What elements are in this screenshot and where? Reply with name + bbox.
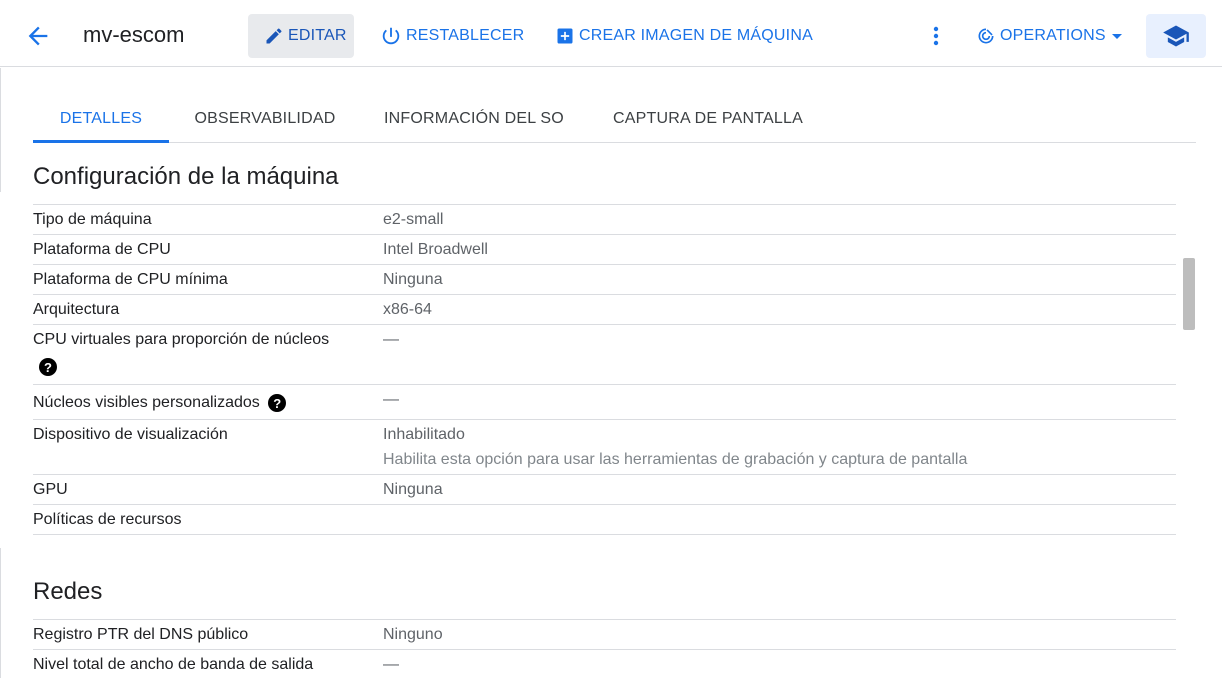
property-label: Nivel total de ancho de banda de salida bbox=[33, 656, 314, 673]
property-label: Arquitectura bbox=[33, 301, 120, 318]
tab-observability[interactable]: OBSERVABILIDAD bbox=[183, 96, 347, 142]
property-label: Núcleos visibles personalizados bbox=[33, 394, 260, 412]
help-icon[interactable]: ? bbox=[39, 358, 57, 376]
property-label: Plataforma de CPU bbox=[33, 241, 171, 258]
property-row: Plataforma de CPU mínima Ninguna bbox=[33, 264, 1176, 294]
property-value: Inhabilitado bbox=[383, 426, 465, 443]
property-row: CPU virtuales para proporción de núcleos… bbox=[33, 324, 1176, 384]
create-machine-image-label: CREAR IMAGEN DE MÁQUINA bbox=[579, 27, 813, 44]
property-row: Políticas de recursos bbox=[33, 504, 1176, 534]
property-value: Intel Broadwell bbox=[383, 241, 488, 258]
add-box-icon bbox=[557, 28, 573, 44]
property-row: GPU Ninguna bbox=[33, 474, 1176, 504]
left-divider bbox=[0, 68, 1, 192]
learn-button[interactable] bbox=[1146, 14, 1206, 58]
property-value: x86-64 bbox=[383, 301, 432, 318]
create-machine-image-button[interactable]: CREAR IMAGEN DE MÁQUINA bbox=[555, 14, 813, 58]
top-bar: mv-escom EDITAR RESTABLECER CREAR IMAGEN… bbox=[0, 0, 1222, 67]
property-hint: Habilita esta opción para usar las herra… bbox=[383, 451, 968, 468]
property-value: Ninguna bbox=[383, 481, 443, 498]
property-value: — bbox=[383, 656, 399, 673]
property-value: — bbox=[383, 391, 399, 408]
property-label: GPU bbox=[33, 481, 68, 498]
tab-os-info[interactable]: INFORMACIÓN DEL SO bbox=[373, 96, 575, 142]
machine-config-table: Tipo de máquina e2-small Plataforma de C… bbox=[33, 204, 1176, 535]
property-row: Registro PTR del DNS público Ninguno bbox=[33, 619, 1176, 649]
pencil-icon bbox=[266, 28, 282, 44]
edit-button[interactable]: EDITAR bbox=[248, 14, 354, 58]
property-value: — bbox=[383, 331, 399, 348]
property-row: Plataforma de CPU Intel Broadwell bbox=[33, 234, 1176, 264]
operations-icon bbox=[978, 28, 994, 44]
power-icon bbox=[382, 27, 400, 45]
machine-config-title: Configuración de la máquina bbox=[33, 163, 339, 190]
property-value: Ninguna bbox=[383, 271, 443, 288]
more-vert-icon[interactable] bbox=[924, 24, 948, 48]
page-title: mv-escom bbox=[83, 22, 185, 47]
operations-dropdown[interactable]: OPERATIONS bbox=[976, 14, 1122, 58]
property-value: e2-small bbox=[383, 211, 444, 228]
help-icon[interactable]: ? bbox=[268, 394, 287, 412]
tab-details[interactable]: DETALLES bbox=[33, 96, 169, 143]
property-label: Registro PTR del DNS público bbox=[33, 626, 249, 643]
school-icon bbox=[1163, 25, 1189, 47]
property-row: Nivel total de ancho de banda de salida … bbox=[33, 649, 1176, 678]
property-label: Plataforma de CPU mínima bbox=[33, 271, 228, 288]
operations-label: OPERATIONS bbox=[1000, 27, 1106, 44]
property-row: Arquitectura x86-64 bbox=[33, 294, 1176, 324]
property-row: Núcleos visibles personalizados ? — bbox=[33, 384, 1176, 419]
scrollbar-thumb[interactable] bbox=[1183, 258, 1195, 330]
left-divider bbox=[0, 548, 1, 678]
property-label: Dispositivo de visualización bbox=[33, 426, 228, 443]
tab-screenshot[interactable]: CAPTURA DE PANTALLA bbox=[601, 96, 815, 142]
property-value: Ninguno bbox=[383, 626, 443, 643]
property-row: Dispositivo de visualización Inhabilitad… bbox=[33, 419, 1176, 474]
networking-table: Registro PTR del DNS público Ninguno Niv… bbox=[33, 619, 1176, 678]
networking-title: Redes bbox=[33, 578, 103, 605]
caret-down-icon bbox=[1111, 33, 1122, 39]
property-label: Tipo de máquina bbox=[33, 211, 152, 228]
reset-label: RESTABLECER bbox=[406, 27, 525, 44]
edit-label: EDITAR bbox=[288, 27, 347, 44]
tab-bar: DETALLES OBSERVABILIDAD INFORMACIÓN DEL … bbox=[33, 96, 1196, 143]
reset-button[interactable]: RESTABLECER bbox=[380, 14, 524, 58]
back-arrow-icon[interactable] bbox=[24, 22, 52, 50]
property-label: CPU virtuales para proporción de núcleos bbox=[33, 331, 330, 348]
property-row: Tipo de máquina e2-small bbox=[33, 204, 1176, 234]
divider bbox=[33, 534, 1176, 535]
property-label: Políticas de recursos bbox=[33, 511, 182, 528]
